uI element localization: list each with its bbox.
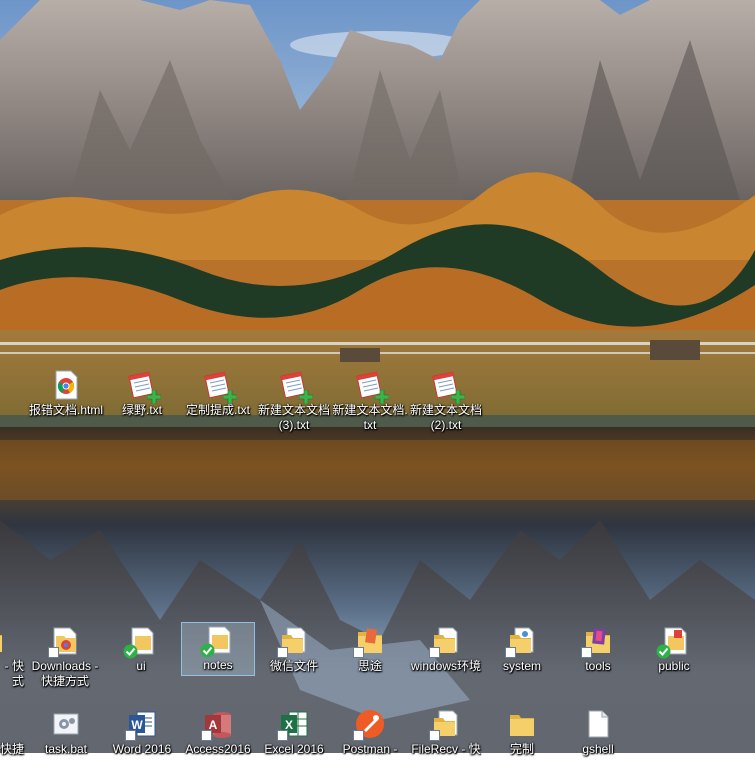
desktop-icon-text-file[interactable]: 新建文本文档 (2).txt <box>410 368 482 442</box>
folder-shortcut-icon <box>0 626 4 656</box>
icon-label: Postman - <box>342 742 398 756</box>
desktop-icon-access[interactable]: A Access2016 <box>183 707 253 781</box>
desktop-icon-system-shortcut[interactable]: system <box>487 624 557 698</box>
desktop-icon-text-file[interactable]: 绿野.txt <box>107 368 177 442</box>
folder-icon <box>507 709 537 739</box>
folder-shortcut-icon <box>353 626 385 658</box>
excel-icon: X <box>277 709 309 741</box>
synced-folder-icon <box>200 625 233 658</box>
desktop-icon-html-file[interactable]: 报错文档.html <box>29 368 103 442</box>
shortcut-arrow-icon <box>505 647 516 658</box>
desktop-icon-folder[interactable]: 完制 <box>487 707 557 781</box>
desktop-icon-text-file[interactable]: 新建文本文档 (3).txt <box>258 368 330 442</box>
icon-label: 完制 <box>509 742 534 756</box>
shortcut-arrow-icon <box>125 730 136 741</box>
notepad-text-file-icon <box>355 370 389 404</box>
notepad-text-file-icon <box>431 370 465 404</box>
shortcut-arrow-icon <box>353 647 364 658</box>
icon-label: Access2016 <box>185 742 251 756</box>
synced-folder-icon <box>656 626 689 659</box>
icon-label: public <box>658 659 690 673</box>
icon-label: 新建文本文档 (2).txt <box>409 403 482 432</box>
folder-shortcut-icon <box>505 626 537 658</box>
shortcut-arrow-icon <box>429 730 440 741</box>
synced-folder-icon <box>123 626 156 659</box>
chrome-html-file-icon <box>51 370 81 400</box>
icon-label: 思途 <box>357 659 382 673</box>
icon-label: Word 2016 <box>112 742 172 756</box>
desktop-icon-word[interactable]: W Word 2016 <box>107 707 177 781</box>
notepad-text-file-icon <box>203 370 237 404</box>
shortcut-arrow-icon <box>581 647 592 658</box>
shortcut-arrow-icon <box>429 647 440 658</box>
icon-label: Downloads - 快捷方式 <box>31 659 99 688</box>
folder-shortcut-icon <box>581 626 613 658</box>
folder-shortcut-icon <box>277 626 309 658</box>
shortcut-arrow-icon <box>353 730 364 741</box>
desktop-icon-folder-shortcut[interactable]: - 快 式 <box>0 624 24 698</box>
icon-label: system <box>502 659 541 673</box>
desktop-icon-downloads-shortcut[interactable]: Downloads - 快捷方式 <box>30 624 100 698</box>
batch-file-icon <box>51 709 81 739</box>
desktop-icon-task-bat[interactable]: task.bat <box>31 707 101 781</box>
folder-shortcut-icon <box>429 626 461 658</box>
icon-label: Excel 2016 <box>264 742 324 756</box>
desktop-icon-notes-folder[interactable]: notes <box>181 622 255 676</box>
icon-label: 微信文件 <box>269 659 318 673</box>
shortcut-arrow-icon <box>277 647 288 658</box>
icon-label: task.bat <box>44 742 88 756</box>
icon-label: gshell <box>582 742 614 756</box>
icon-label: 新建文本文档 (3).txt <box>257 403 330 432</box>
icon-label: ui <box>136 659 146 673</box>
desktop-icon-ui-folder[interactable]: ui <box>106 624 176 698</box>
icon-label: 绿野.txt <box>121 403 162 417</box>
blank-file-icon <box>583 709 613 739</box>
desktop-icon-sitoo-shortcut[interactable]: 思途 <box>335 624 405 698</box>
desktop-icon-tools-shortcut[interactable]: tools <box>563 624 633 698</box>
postman-icon <box>353 709 385 741</box>
notepad-text-file-icon <box>279 370 313 404</box>
notepad-text-file-icon <box>127 370 161 404</box>
desktop-icon-public-folder[interactable]: public <box>639 624 709 698</box>
icon-label: 新建文本文档.txt <box>332 403 408 432</box>
icon-label: notes <box>203 658 233 672</box>
desktop-icon-text-file[interactable]: 定制提成.txt <box>183 368 253 442</box>
app-shortcut-icon <box>0 709 4 739</box>
folder-shortcut-icon <box>48 626 80 658</box>
icon-label: windows环境 <box>410 659 482 673</box>
desktop-icon-windows-env-shortcut[interactable]: windows环境 <box>411 624 481 698</box>
shortcut-arrow-icon <box>48 647 59 658</box>
icon-label: tools <box>585 659 611 673</box>
icon-label: FileRecv - 快 <box>411 742 481 756</box>
desktop-icon-gshell[interactable]: gshell <box>563 707 633 781</box>
icon-label: 报错文档.html <box>28 403 103 417</box>
desktop-icon-text-file[interactable]: 新建文本文档.txt <box>332 368 408 442</box>
access-icon: A <box>201 709 233 741</box>
desktop-icon-postman[interactable]: Postman - <box>335 707 405 781</box>
shortcut-arrow-icon <box>277 730 288 741</box>
word-icon: W <box>125 709 157 741</box>
icon-label: 定制提成.txt <box>185 403 250 417</box>
desktop-icon-filerecv-shortcut[interactable]: FileRecv - 快 <box>411 707 481 781</box>
folder-shortcut-icon <box>429 709 461 741</box>
shortcut-arrow-icon <box>201 730 212 741</box>
desktop-icon-wechat-files-shortcut[interactable]: 微信文件 <box>259 624 329 698</box>
desktop-icon-excel[interactable]: X Excel 2016 <box>259 707 329 781</box>
desktop-icon-app-shortcut[interactable]: 快捷 <box>0 707 24 781</box>
